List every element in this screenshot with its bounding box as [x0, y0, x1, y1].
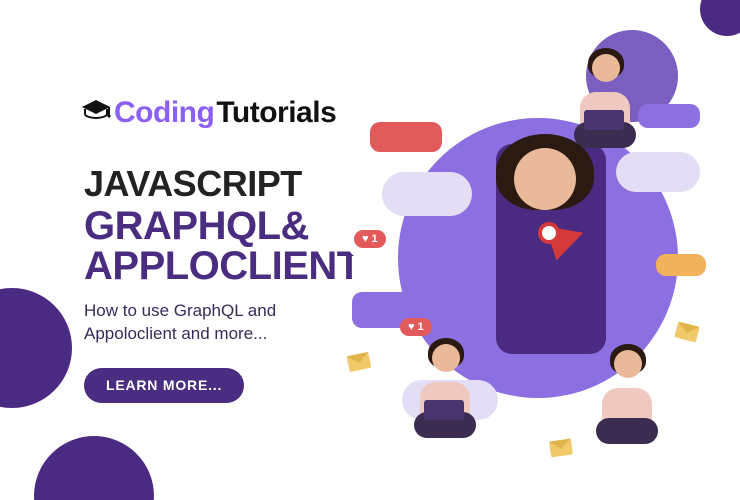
- laptop-icon: [424, 400, 464, 420]
- brand-word-2: Tutorials: [216, 96, 336, 130]
- cloud-icon: [616, 152, 700, 192]
- like-count: 1: [418, 321, 424, 333]
- decor-circle: [0, 288, 72, 408]
- envelope-icon: [549, 439, 573, 458]
- graduation-cap-icon: [84, 104, 110, 122]
- like-badge: ♥ 1: [354, 230, 386, 248]
- person-sitting-icon: [410, 344, 480, 434]
- person-head: [514, 148, 576, 210]
- person-sitting-icon: [592, 350, 662, 440]
- learn-more-button[interactable]: LEARN MORE...: [84, 368, 244, 403]
- laptop-icon: [584, 110, 624, 130]
- like-badge: ♥ 1: [400, 318, 432, 336]
- speech-bubble-icon: [638, 104, 700, 128]
- speech-bubble-icon: [656, 254, 706, 276]
- megaphone-icon: [546, 210, 600, 264]
- decor-circle: [34, 436, 154, 500]
- cloud-icon: [382, 172, 472, 216]
- decor-circle: [700, 0, 740, 36]
- promo-card: Coding Tutorials JAVASCRIPT GRAPHQL& APP…: [0, 0, 740, 500]
- hero-illustration: ♥ 1 ♥ 1: [346, 60, 726, 470]
- envelope-icon: [347, 352, 372, 372]
- envelope-icon: [674, 322, 699, 343]
- brand-word-1: Coding: [114, 96, 214, 130]
- like-count: 1: [372, 233, 378, 245]
- subtitle-text: How to use GraphQL and Appoloclient and …: [84, 300, 354, 346]
- person-sitting-icon: [570, 54, 640, 144]
- speech-bubble-icon: [370, 122, 442, 152]
